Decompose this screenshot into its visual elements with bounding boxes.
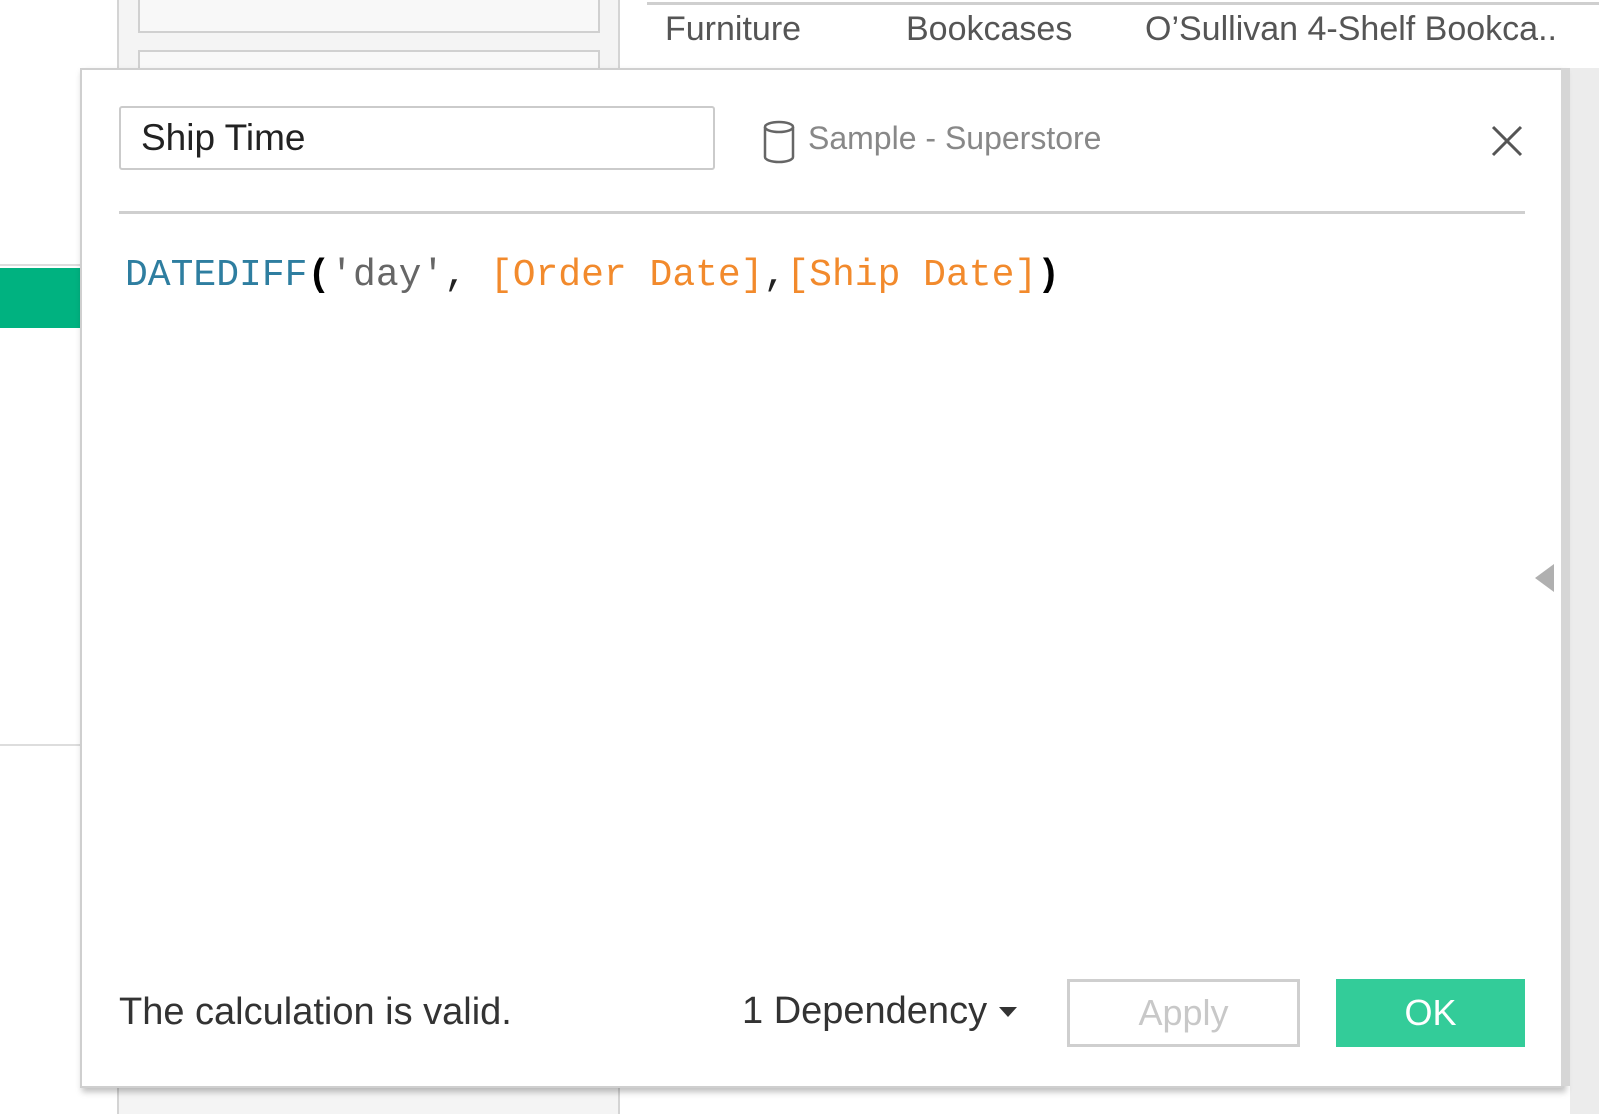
expand-panel-arrow-icon[interactable] bbox=[1535, 564, 1554, 592]
formula-string: 'day' bbox=[330, 254, 445, 297]
formula-comma: , bbox=[763, 254, 787, 297]
formula-field-ship-date: [Ship Date] bbox=[786, 254, 1038, 297]
background-shelf-box bbox=[138, 0, 600, 33]
divider bbox=[0, 744, 80, 746]
ok-button[interactable]: OK bbox=[1336, 979, 1525, 1047]
selected-row-highlight[interactable] bbox=[0, 268, 80, 328]
database-icon bbox=[763, 120, 795, 164]
formula-paren: ) bbox=[1037, 254, 1061, 297]
formula-function: DATEDIFF bbox=[125, 254, 308, 297]
background-panel-right bbox=[1570, 68, 1599, 1114]
header-cell-product: O’Sullivan 4-Shelf Bookca.. bbox=[1145, 10, 1557, 48]
caret-down-icon bbox=[999, 1006, 1018, 1017]
formula-field-order-date: [Order Date] bbox=[489, 254, 764, 297]
header-cell-subcategory: Bookcases bbox=[906, 10, 1073, 48]
formula-paren: ( bbox=[307, 254, 331, 297]
divider bbox=[0, 264, 80, 266]
header-cell-category: Furniture bbox=[665, 10, 802, 48]
formula-comma: , bbox=[444, 254, 490, 297]
dependency-label: 1 Dependency bbox=[742, 990, 988, 1032]
dialog-side-panel-edge bbox=[1561, 68, 1570, 1086]
dependency-dropdown[interactable]: 1 Dependency bbox=[742, 990, 1018, 1033]
close-icon[interactable] bbox=[1490, 124, 1524, 158]
header-divider bbox=[119, 211, 1525, 214]
data-source-label: Sample - Superstore bbox=[808, 120, 1102, 156]
validation-status: The calculation is valid. bbox=[119, 991, 512, 1033]
apply-button[interactable]: Apply bbox=[1067, 979, 1300, 1047]
header-divider bbox=[647, 2, 1599, 5]
calculation-name-input[interactable] bbox=[119, 106, 715, 170]
formula-editor[interactable]: DATEDIFF('day', [Order Date],[Ship Date]… bbox=[125, 254, 1060, 297]
calculation-editor-dialog bbox=[80, 68, 1564, 1088]
